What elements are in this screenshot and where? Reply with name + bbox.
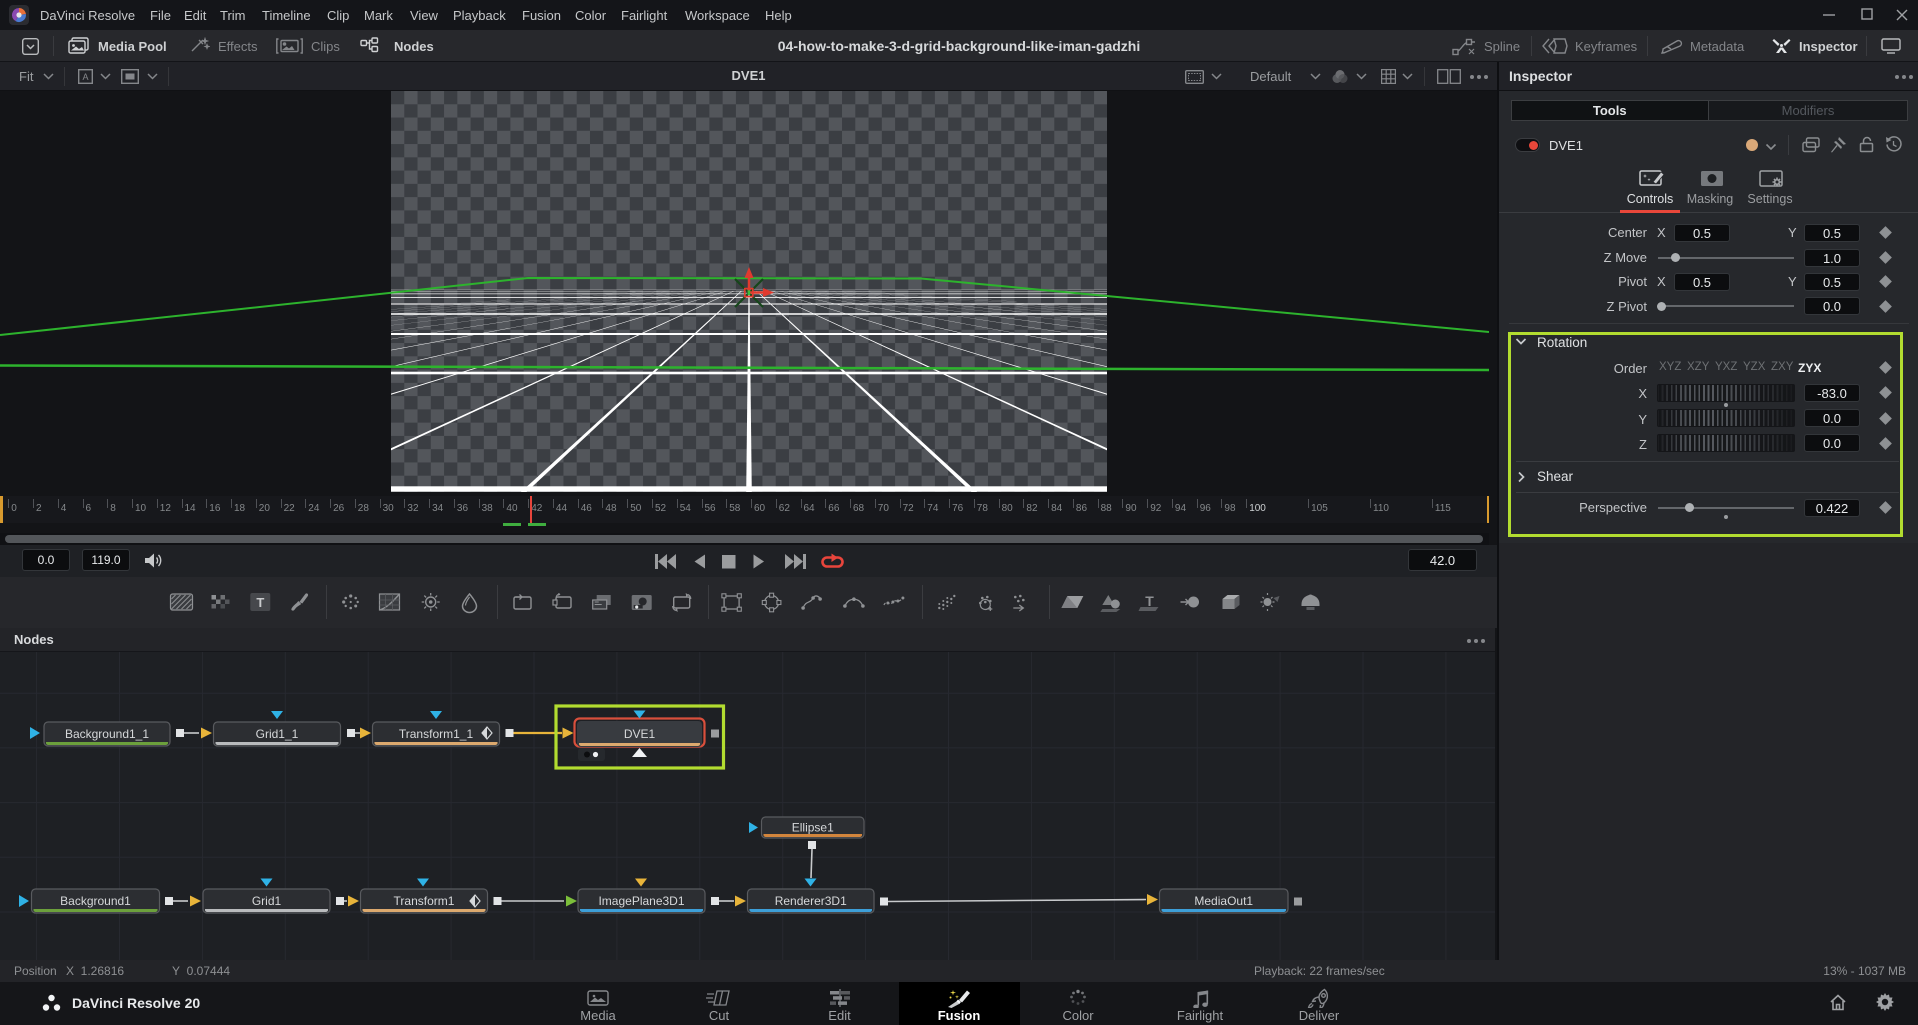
svg-text:MediaOut1: MediaOut1 [1194,894,1253,908]
svg-text:Background1_1: Background1_1 [65,727,149,741]
svg-text:T: T [1145,593,1154,609]
svg-text:Grid1_1: Grid1_1 [256,727,299,741]
svg-text:Ellipse1: Ellipse1 [792,821,834,835]
svg-text:Transform1_1: Transform1_1 [399,727,474,741]
svg-text:ImagePlane3D1: ImagePlane3D1 [598,894,684,908]
svg-text:T: T [256,595,264,610]
svg-text:Grid1: Grid1 [252,894,282,908]
svg-text:Background1: Background1 [60,894,131,908]
svg-text:Transform1: Transform1 [394,894,455,908]
svg-text:DVE1: DVE1 [624,727,656,741]
svg-text:Renderer3D1: Renderer3D1 [775,894,847,908]
